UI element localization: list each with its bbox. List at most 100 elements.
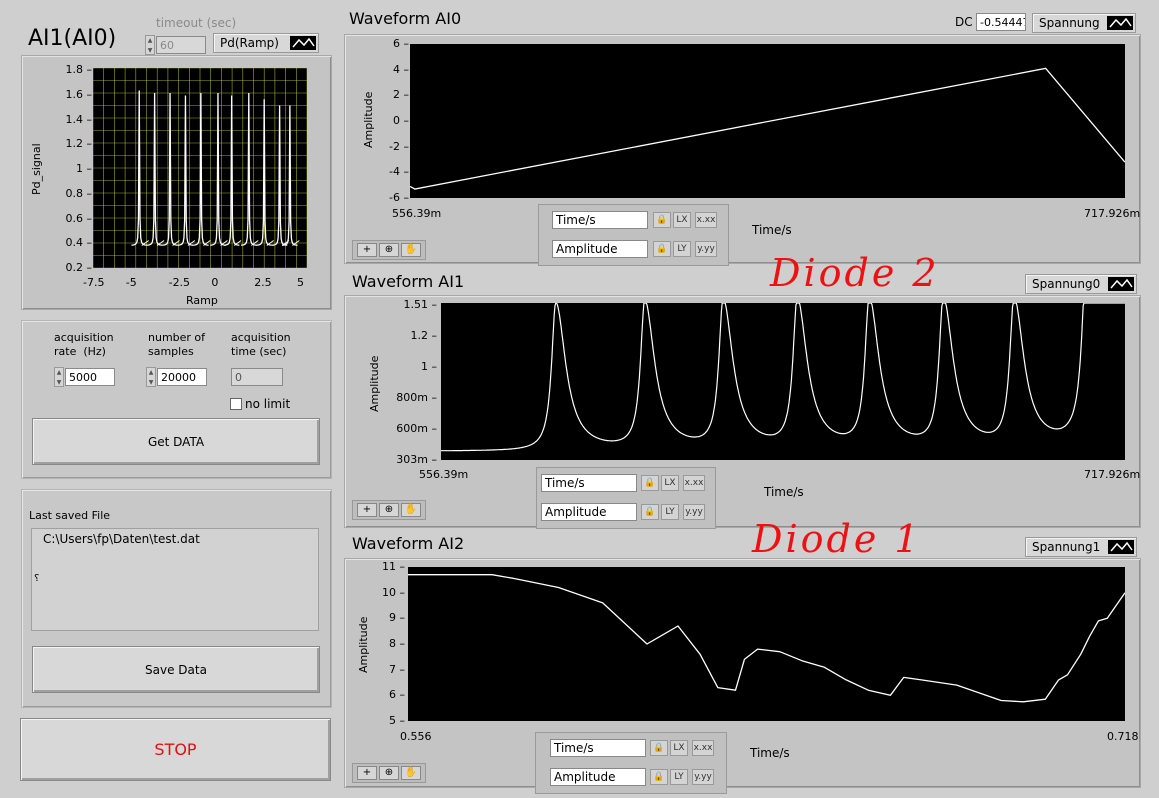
get-data-label: Get DATA <box>147 434 205 449</box>
xy-plot[interactable] <box>93 68 307 268</box>
wf1-ylabel: Amplitude <box>368 355 381 412</box>
wf1-scale-legend: Time/s 🔒 LX x.xx Amplitude 🔒 LY y.yy <box>536 467 716 529</box>
xy-x-tick-label: -5 <box>125 276 137 289</box>
time-label: acquisition time (sec) <box>231 331 291 358</box>
zoom-icon[interactable]: ⊕ <box>379 503 399 517</box>
xy-y-tick-label: 1.6 – <box>65 87 93 101</box>
samples-input[interactable]: 20000 <box>157 368 207 386</box>
format-x-icon[interactable]: x.xx <box>695 212 717 228</box>
wf2-ylabel: Amplitude <box>357 616 370 673</box>
wf2-legend-label: Spannung1 <box>1032 540 1101 554</box>
autoscale-x-icon[interactable]: LX <box>670 740 688 756</box>
wf0-x-start: 556.39m <box>392 207 442 220</box>
xy-y-tick-label: 1 – <box>76 162 92 175</box>
wf1-y-tick-label: 600m – <box>396 422 437 435</box>
rate-label: acquisition rate (Hz) <box>54 331 114 358</box>
stop-button[interactable]: STOP <box>20 718 331 781</box>
xy-ylabel: Pd_signal <box>30 143 43 195</box>
wf0-plot[interactable] <box>410 44 1125 198</box>
lock-icon[interactable]: 🔒 <box>650 740 668 756</box>
lock-icon[interactable]: 🔒 <box>641 475 659 491</box>
wf2-title: Waveform AI2 <box>352 534 465 553</box>
autoscale-y-icon[interactable]: LY <box>661 504 679 520</box>
wf2-scale-x-label[interactable]: Time/s <box>550 739 646 757</box>
pan-hand-icon[interactable]: ✋ <box>401 243 421 257</box>
scroll-indicator-icon: ⸮ <box>34 573 40 584</box>
no-limit-label: no limit <box>245 397 291 411</box>
wf0-y-tick-label: -2 – <box>389 139 409 153</box>
zoom-icon[interactable]: ⊕ <box>379 766 399 780</box>
wf2-legend[interactable]: Spannung1 <box>1025 537 1137 557</box>
format-y-icon[interactable]: y.yy <box>692 769 714 785</box>
wf2-xlabel: Time/s <box>750 746 790 760</box>
wf2-plot[interactable] <box>408 567 1125 721</box>
rate-input[interactable]: 5000 <box>65 368 115 386</box>
wf2-graph-palette: + ⊕ ✋ <box>352 763 426 783</box>
trace-style-icon <box>290 36 316 50</box>
format-x-icon[interactable]: x.xx <box>683 475 705 491</box>
wf1-title: Waveform AI1 <box>352 272 465 291</box>
xy-y-tick-label: 0.6 – <box>65 211 93 225</box>
wf1-y-tick-label: 1.2 – <box>410 329 438 342</box>
timeout-input[interactable]: 60 <box>156 36 206 54</box>
xy-x-tick-label: -2.5 <box>168 276 191 289</box>
wf1-scale-x-label[interactable]: Time/s <box>541 474 637 492</box>
last-saved-label: Last saved File <box>29 509 111 522</box>
wf0-legend[interactable]: Spannung <box>1032 13 1136 33</box>
wf1-plot-bg <box>441 303 1125 460</box>
format-y-icon[interactable]: y.yy <box>683 504 705 520</box>
xy-y-tick-label: 0.8 – <box>65 186 93 200</box>
wf1-scale-y-label[interactable]: Amplitude <box>541 503 637 521</box>
wf0-y-tick-label: 0 – <box>393 114 409 127</box>
dc-value: -0.54447 <box>976 13 1026 31</box>
lock-icon[interactable]: 🔒 <box>641 504 659 520</box>
pan-hand-icon[interactable]: ✋ <box>401 503 421 517</box>
wf1-legend[interactable]: Spannung0 <box>1025 274 1137 294</box>
cursor-icon[interactable]: + <box>357 766 377 780</box>
xy-y-tick-label: 1.2 – <box>65 137 93 151</box>
lock-icon[interactable]: 🔒 <box>653 212 671 228</box>
pan-hand-icon[interactable]: ✋ <box>401 766 421 780</box>
samples-spinner[interactable]: ▲ ▼ <box>146 367 156 387</box>
stop-label: STOP <box>154 740 197 759</box>
wf1-legend-label: Spannung0 <box>1032 277 1101 291</box>
trace-style-icon <box>1108 540 1134 554</box>
acq-time-output: 0 <box>231 368 283 386</box>
xy-legend-label: Pd(Ramp) <box>220 36 279 50</box>
rate-spinner[interactable]: ▲ ▼ <box>54 367 64 387</box>
wf0-scale-x-label[interactable]: Time/s <box>552 211 648 229</box>
zoom-icon[interactable]: ⊕ <box>379 243 399 257</box>
save-data-button[interactable]: Save Data <box>32 646 320 693</box>
xy-y-tick-label: 0.2 – <box>65 261 93 274</box>
wf0-graph-palette: + ⊕ ✋ <box>352 240 426 260</box>
lock-icon[interactable]: 🔒 <box>653 241 671 257</box>
wf2-y-tick-label: 11 – <box>382 560 405 573</box>
autoscale-x-icon[interactable]: LX <box>661 475 679 491</box>
lock-icon[interactable]: 🔒 <box>650 769 668 785</box>
xy-y-tick-label: 0.4 – <box>65 236 93 250</box>
autoscale-y-icon[interactable]: LY <box>670 769 688 785</box>
xy-legend[interactable]: Pd(Ramp) <box>213 33 319 53</box>
cursor-icon[interactable]: + <box>357 503 377 517</box>
timeout-label: timeout (sec) <box>156 16 237 30</box>
wf1-y-tick-label: 1.51 – <box>403 298 438 311</box>
get-data-button[interactable]: Get DATA <box>32 418 320 465</box>
xy-x-tick-label: 5 <box>297 276 304 289</box>
autoscale-x-icon[interactable]: LX <box>673 212 691 228</box>
wf2-y-tick-label: 9 – <box>389 611 405 625</box>
wf0-y-tick-label: 2 – <box>393 88 409 102</box>
wf2-y-tick-label: 5 – <box>389 714 405 727</box>
no-limit-checkbox[interactable] <box>230 398 242 410</box>
format-y-icon[interactable]: y.yy <box>695 241 717 257</box>
wf2-y-tick-label: 7 – <box>389 662 405 676</box>
format-x-icon[interactable]: x.xx <box>692 740 714 756</box>
trace-style-icon <box>1107 16 1133 30</box>
wf0-xlabel: Time/s <box>752 223 792 237</box>
timeout-spinner[interactable]: ▲ ▼ <box>145 35 155 55</box>
autoscale-y-icon[interactable]: LY <box>673 241 691 257</box>
wf1-plot[interactable] <box>441 303 1125 460</box>
wf2-scale-y-label[interactable]: Amplitude <box>550 768 646 786</box>
xy-y-tick-label: 1.4 – <box>65 112 93 126</box>
wf0-scale-y-label[interactable]: Amplitude <box>552 240 648 258</box>
cursor-icon[interactable]: + <box>357 243 377 257</box>
